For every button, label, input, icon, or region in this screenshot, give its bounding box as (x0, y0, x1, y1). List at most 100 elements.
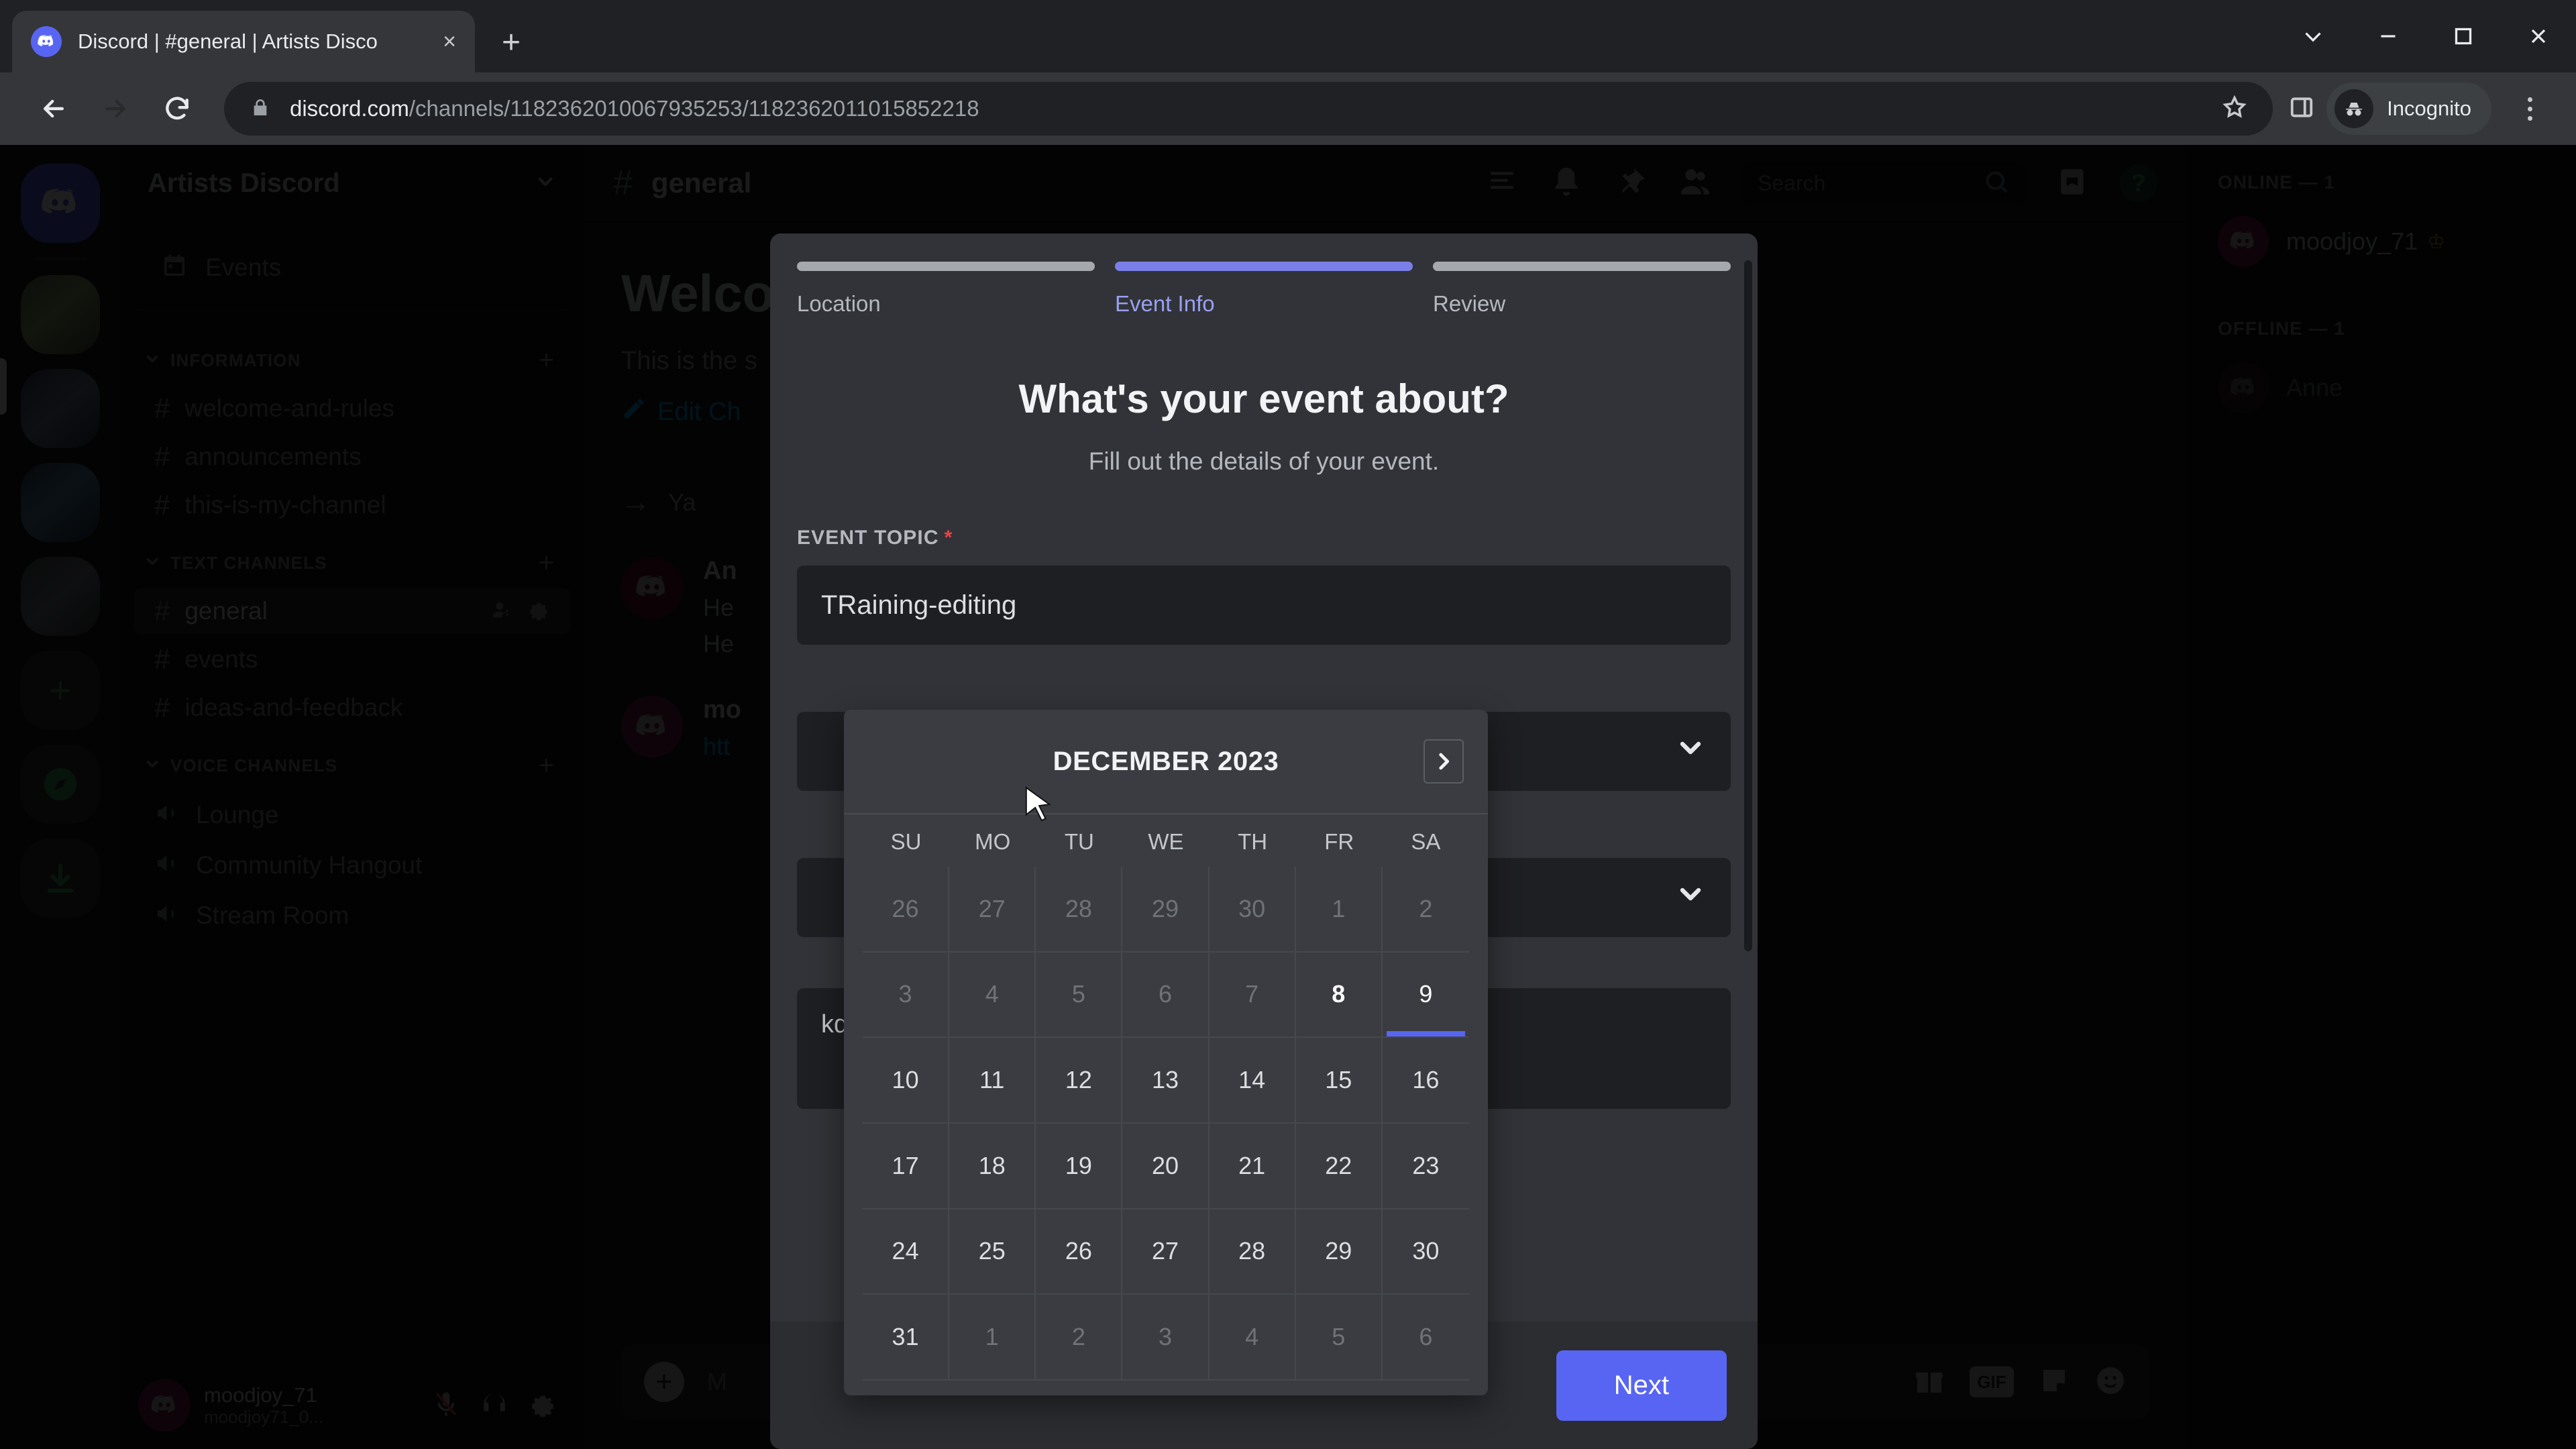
chevron-down-icon[interactable] (2275, 0, 2351, 72)
weekday-label: TH (1238, 829, 1268, 854)
date-cell: 1 (1295, 867, 1383, 953)
date-cell: 4 (949, 952, 1036, 1038)
window-controls (2275, 0, 2576, 72)
date-cell[interactable]: 9 (1382, 953, 1469, 1038)
browser-window: Discord | #general | Artists Disco × + d… (0, 0, 2576, 1449)
step-bar (1433, 262, 1731, 271)
discord-icon (31, 26, 62, 57)
date-cell: 5 (1036, 952, 1123, 1038)
browser-menu-icon[interactable] (2506, 97, 2553, 121)
step-event-info[interactable]: Event Info (1115, 262, 1413, 317)
modal-scrollbar[interactable] (1744, 260, 1752, 951)
incognito-indicator[interactable]: Incognito (2326, 83, 2491, 135)
date-cell[interactable]: 24 (863, 1209, 950, 1295)
date-cell[interactable]: 27 (1122, 1209, 1210, 1295)
date-cell[interactable]: 17 (863, 1123, 950, 1210)
date-cell: 5 (1295, 1295, 1383, 1381)
weekday-label: TU (1064, 829, 1094, 854)
date-cell[interactable]: 26 (1036, 1209, 1123, 1295)
chevron-down-icon[interactable] (1674, 878, 1707, 917)
date-picker-header: DECEMBER 2023 (844, 710, 1488, 813)
date-cell[interactable]: 19 (1036, 1123, 1123, 1210)
date-picker-grid: 26 27 28 29 30 1 2 3 4 5 6 7 8 9 10 11 12 13 14 15 16 17 18 19 2… (844, 867, 1488, 1395)
step-label: Location (797, 291, 881, 316)
lock-icon (250, 97, 271, 121)
date-cell: 30 (1209, 867, 1296, 953)
date-cell[interactable]: 8 (1295, 952, 1383, 1038)
date-cell[interactable]: 18 (949, 1123, 1036, 1210)
date-cell: 2 (1036, 1295, 1123, 1381)
date-cell[interactable]: 21 (1209, 1123, 1296, 1210)
event-topic-label-text: EVENT TOPIC (797, 527, 939, 549)
date-cell[interactable]: 28 (1209, 1209, 1296, 1295)
reload-button[interactable] (146, 78, 208, 140)
minimize-icon[interactable] (2351, 0, 2426, 72)
event-topic-input[interactable]: TRaining-editing (797, 566, 1731, 645)
date-picker-weekdays: SU MO TU WE TH FR SA (844, 813, 1488, 867)
date-cell: 26 (863, 867, 950, 953)
new-tab-button[interactable]: + (502, 27, 521, 59)
weekday-label: SA (1411, 829, 1441, 854)
browser-tab[interactable]: Discord | #general | Artists Disco × (12, 11, 475, 72)
date-picker-popup: DECEMBER 2023 SU MO TU WE TH FR SA 26 27 2… (844, 710, 1488, 1395)
date-cell: 29 (1122, 867, 1210, 953)
url-domain: discord.com (290, 96, 409, 121)
tab-title: Discord | #general | Artists Disco (78, 30, 378, 53)
close-window-icon[interactable] (2501, 0, 2576, 72)
omnibox-actions (2222, 95, 2247, 123)
date-cell: 4 (1209, 1295, 1296, 1381)
weekday-label: FR (1324, 829, 1354, 854)
date-cell[interactable]: 29 (1295, 1209, 1383, 1295)
date-cell: 3 (863, 952, 950, 1038)
date-cell[interactable]: 13 (1122, 1038, 1210, 1124)
date-cell[interactable]: 16 (1382, 1038, 1469, 1124)
bookmark-star-icon[interactable] (2222, 95, 2247, 123)
tab-strip: Discord | #general | Artists Disco × + (0, 0, 2576, 72)
weekday-label: SU (890, 829, 922, 854)
back-button[interactable] (23, 78, 85, 140)
date-cell[interactable]: 10 (863, 1038, 950, 1124)
date-cell[interactable]: 15 (1295, 1038, 1383, 1124)
date-cell: 28 (1036, 867, 1123, 953)
date-cell[interactable]: 20 (1122, 1123, 1210, 1210)
date-cell[interactable]: 12 (1036, 1038, 1123, 1124)
date-cell: 6 (1382, 1295, 1469, 1381)
step-bar (1115, 262, 1413, 271)
step-location[interactable]: Location (797, 262, 1095, 317)
modal-title: What's your event about? (1018, 376, 1509, 421)
date-cell[interactable]: 30 (1382, 1210, 1469, 1295)
next-month-button[interactable] (1424, 739, 1464, 784)
date-cell: 7 (1209, 952, 1296, 1038)
date-cell[interactable]: 11 (949, 1038, 1036, 1124)
date-cell: 3 (1122, 1295, 1210, 1381)
side-panel-icon[interactable] (2289, 95, 2314, 123)
date-cell: 6 (1122, 952, 1210, 1038)
maximize-icon[interactable] (2426, 0, 2501, 72)
date-cell[interactable]: 25 (949, 1209, 1036, 1295)
date-cell[interactable]: 31 (863, 1295, 950, 1381)
address-bar[interactable]: discord.com/channels/1182362010067935253… (224, 82, 2273, 136)
weekday-label: WE (1148, 829, 1184, 854)
step-indicator: Location Event Info Review (770, 262, 1758, 317)
step-label: Review (1433, 291, 1506, 316)
forward-button[interactable] (85, 78, 146, 140)
url-bar: discord.com/channels/1182362010067935253… (0, 72, 2576, 145)
incognito-label: Incognito (2387, 97, 2471, 120)
close-tab-icon[interactable]: × (439, 30, 456, 53)
chevron-down-icon[interactable] (1674, 732, 1707, 771)
step-review[interactable]: Review (1433, 262, 1731, 317)
next-button[interactable]: Next (1556, 1350, 1727, 1421)
date-cell: 27 (949, 867, 1036, 953)
date-cell[interactable]: 22 (1295, 1123, 1383, 1210)
weekday-label: MO (975, 829, 1011, 854)
date-picker-month-label: DECEMBER 2023 (1053, 746, 1279, 776)
url-text: discord.com/channels/1182362010067935253… (290, 96, 979, 121)
date-cell[interactable]: 23 (1382, 1124, 1469, 1210)
incognito-icon (2334, 89, 2374, 128)
required-asterisk: * (944, 527, 953, 549)
date-cell[interactable]: 14 (1209, 1038, 1296, 1124)
event-topic-label: EVENT TOPIC * (797, 527, 1731, 549)
date-cell: 1 (949, 1295, 1036, 1381)
modal-subtitle: Fill out the details of your event. (1088, 447, 1440, 475)
event-topic-field: EVENT TOPIC * TRaining-editing (770, 527, 1758, 645)
